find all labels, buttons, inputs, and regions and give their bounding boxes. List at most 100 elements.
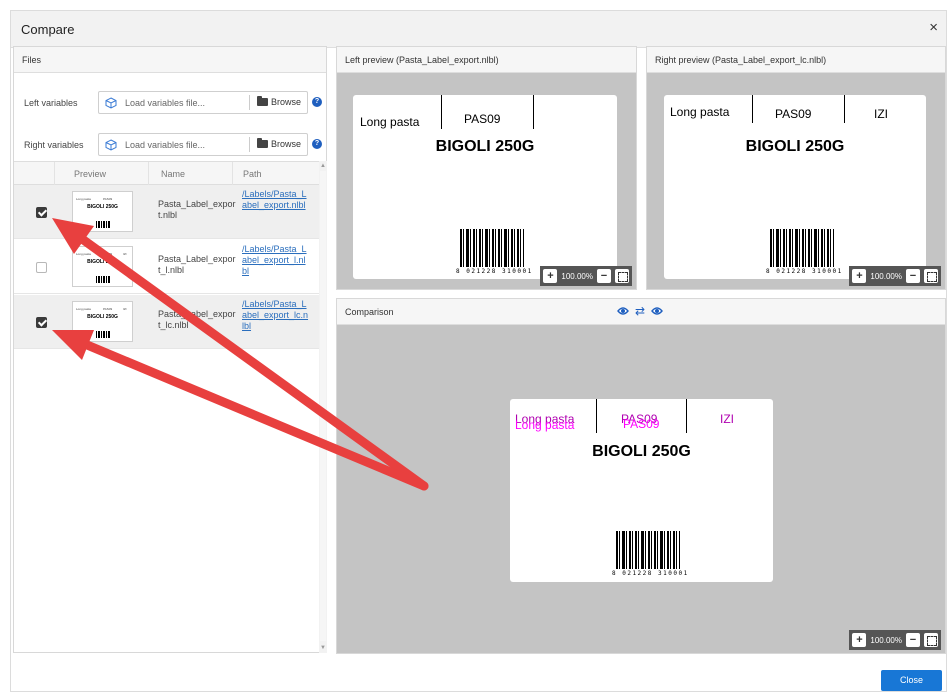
fit-screen-icon[interactable] <box>924 269 938 283</box>
label-field-diff: Long pasta <box>515 418 575 432</box>
help-icon[interactable]: ? <box>312 139 322 149</box>
column-name[interactable]: Name <box>161 169 185 179</box>
label-field: Long pasta <box>670 105 730 119</box>
file-name: Pasta_Label_export.nlbl <box>158 199 236 220</box>
right-browse-label: Browse <box>271 139 302 149</box>
folder-icon <box>257 138 268 148</box>
right-preview-title: Right preview (Pasta_Label_export_lc.nlb… <box>647 47 945 73</box>
barcode-digits: 8 021228 310001 <box>612 570 689 577</box>
input-divider <box>249 137 250 152</box>
right-variables-label: Right variables <box>24 140 84 150</box>
close-button[interactable]: Close <box>881 670 942 691</box>
left-browse-button[interactable]: Browse <box>257 96 301 107</box>
comparison-toolbar: ⇄ <box>617 305 663 317</box>
left-preview-panel: Left preview (Pasta_Label_export.nlbl) L… <box>336 46 637 290</box>
thumb-title: BIGOLI 250G <box>87 259 118 265</box>
row-checkbox[interactable] <box>36 207 47 218</box>
thumb-text: PAS09 <box>103 307 113 311</box>
label-divider <box>533 95 534 129</box>
thumb-barcode <box>96 221 110 228</box>
zoom-level: 100.00% <box>870 271 902 281</box>
fit-screen-icon[interactable] <box>924 633 938 647</box>
thumb-text: PAS09 <box>103 252 113 256</box>
zoom-in-button[interactable]: + <box>852 633 867 647</box>
eye-right-icon[interactable] <box>651 305 663 317</box>
table-row[interactable]: Long pasta PAS09 IZI BIGOLI 250G Pasta_L… <box>14 295 319 349</box>
file-name: Pasta_Label_export_l.nlbl <box>158 254 236 275</box>
zoom-in-button[interactable]: + <box>852 269 867 283</box>
zoom-level: 100.00% <box>561 271 593 281</box>
label-field-diff: PAS09 <box>623 417 660 431</box>
help-icon[interactable]: ? <box>312 97 322 107</box>
right-browse-button[interactable]: Browse <box>257 138 302 149</box>
left-preview-canvas[interactable]: Long pasta PAS09 BIGOLI 250G 8 021228 31… <box>337 73 636 289</box>
cube-icon <box>105 97 117 109</box>
label-field: IZI <box>874 107 888 121</box>
label-field: Long pasta <box>360 115 420 129</box>
scrollbar-thumb[interactable] <box>320 171 326 641</box>
label-divider <box>441 95 442 129</box>
column-divider <box>148 162 149 185</box>
files-scrollbar[interactable]: ▲ ▼ <box>319 161 327 653</box>
table-row[interactable]: Long pasta PAS09 IZI BIGOLI 250G Pasta_L… <box>14 240 319 294</box>
label-divider <box>752 95 753 123</box>
fit-screen-icon[interactable] <box>615 269 629 283</box>
file-path-link[interactable]: /Labels/Pasta_Label_export_l.nlbl <box>242 244 310 277</box>
label-field-diff: IZI <box>720 412 734 426</box>
table-row[interactable]: Long pasta PAS09 BIGOLI 250G Pasta_Label… <box>14 185 319 239</box>
left-variables-input[interactable]: Load variables file... Browse <box>98 91 308 114</box>
right-preview-canvas[interactable]: Long pasta PAS09 IZI BIGOLI 250G 8 02122… <box>647 73 945 289</box>
comparison-panel: Comparison ⇄ Long pasta Long pasta PAS09… <box>336 298 946 654</box>
label-preview: Long pasta PAS09 BIGOLI 250G 8 021228 31… <box>353 95 617 279</box>
label-divider <box>686 399 687 433</box>
file-path-link[interactable]: /Labels/Pasta_Label_export_lc.nlbl <box>242 299 310 332</box>
close-icon[interactable]: × <box>929 20 938 36</box>
barcode-digits: 8 021228 310001 <box>456 268 533 275</box>
thumb-text: Long pasta <box>76 197 91 201</box>
column-path[interactable]: Path <box>243 169 262 179</box>
barcode <box>460 229 524 267</box>
label-field: PAS09 <box>464 112 501 126</box>
barcode <box>616 531 680 569</box>
swap-icon[interactable]: ⇄ <box>635 305 645 317</box>
thumb-text: PAS09 <box>103 197 113 201</box>
label-title: BIGOLI 250G <box>592 443 691 460</box>
right-zoom-controls: + 100.00% − <box>849 266 941 286</box>
row-checkbox[interactable] <box>36 317 47 328</box>
left-variables-row: Left variables Load variables file... Br… <box>14 85 326 121</box>
left-variables-label: Left variables <box>24 98 78 108</box>
folder-icon <box>257 96 268 106</box>
dialog-header: Compare × <box>11 11 946 48</box>
column-divider <box>54 162 55 185</box>
file-name: Pasta_Label_export_lc.nlbl <box>158 309 236 330</box>
zoom-out-button[interactable]: − <box>906 633 920 647</box>
barcode-digits: 8 021228 310001 <box>766 268 843 275</box>
label-divider <box>844 95 845 123</box>
eye-left-icon[interactable] <box>617 305 629 317</box>
scroll-down-icon[interactable]: ▼ <box>320 645 326 651</box>
input-divider <box>249 95 250 110</box>
thumb-barcode <box>96 276 110 283</box>
label-title: BIGOLI 250G <box>745 138 845 155</box>
dialog-title: Compare <box>21 22 75 37</box>
files-table-header: Preview Name Path <box>14 161 319 185</box>
scroll-up-icon[interactable]: ▲ <box>320 163 326 169</box>
label-divider <box>596 399 597 433</box>
label-preview: Long pasta PAS09 IZI BIGOLI 250G 8 02122… <box>664 95 926 279</box>
zoom-out-button[interactable]: − <box>597 269 611 283</box>
left-zoom-controls: + 100.00% − <box>540 266 632 286</box>
label-thumbnail: Long pasta PAS09 IZI BIGOLI 250G <box>72 246 133 287</box>
row-checkbox[interactable] <box>36 262 47 273</box>
file-path-link[interactable]: /Labels/Pasta_Label_export.nlbl <box>242 189 310 211</box>
column-preview[interactable]: Preview <box>74 169 106 179</box>
thumb-text: IZI <box>123 252 127 256</box>
comparison-zoom-controls: + 100.00% − <box>849 630 941 650</box>
thumb-title: BIGOLI 250G <box>87 314 118 320</box>
zoom-out-button[interactable]: − <box>906 269 920 283</box>
right-variables-input[interactable]: Load variables file... Browse <box>98 133 308 156</box>
zoom-in-button[interactable]: + <box>543 269 558 283</box>
zoom-level: 100.00% <box>870 635 902 645</box>
barcode <box>770 229 834 267</box>
column-divider <box>232 162 233 185</box>
comparison-canvas[interactable]: Long pasta Long pasta PAS09 PAS09 IZI BI… <box>337 325 945 653</box>
